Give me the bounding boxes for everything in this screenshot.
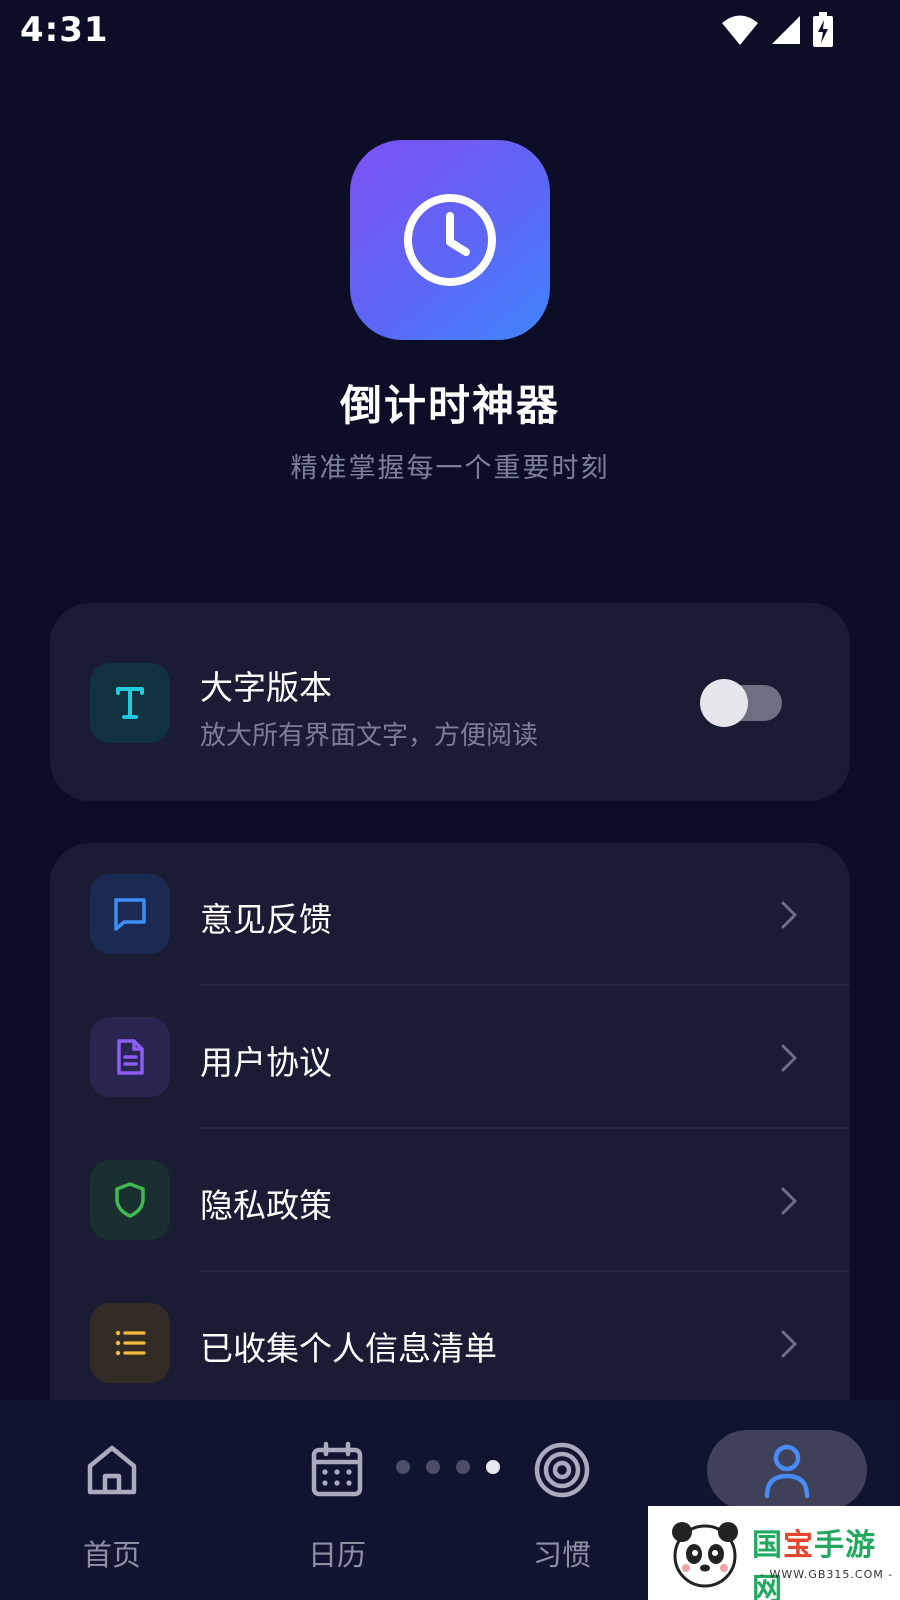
- watermark-title: 国宝手游网: [752, 1520, 900, 1600]
- wifi-icon: [722, 15, 758, 45]
- text-t-icon: [116, 687, 144, 719]
- menu-item-privacy-policy[interactable]: 隐私政策: [50, 1129, 850, 1272]
- page-dot: [396, 1460, 410, 1474]
- user-icon: [764, 1444, 810, 1498]
- nav-item-home[interactable]: 首页: [52, 1440, 172, 1590]
- status-icons: [720, 12, 834, 48]
- screen: 4:31 倒计时神器 精准掌握每一个重要时刻 大字版本 放大所有界面文字，方便阅…: [0, 0, 900, 1600]
- chevron-right-icon: [781, 1330, 797, 1358]
- chevron-right-icon: [781, 901, 797, 929]
- watermark-title-green: 国: [752, 1528, 783, 1563]
- app-title: 倒计时神器: [339, 381, 560, 430]
- watermark: 国宝手游网 - WWW.GB315.COM -: [648, 1506, 900, 1600]
- large-text-title: 大字版本: [200, 668, 332, 707]
- status-time: 4:31: [20, 10, 109, 50]
- battery-charging-icon: [813, 12, 833, 47]
- personal-info-icon-box: [90, 1303, 170, 1383]
- shield-icon: [115, 1182, 145, 1218]
- large-text-description: 放大所有界面文字，方便阅读: [200, 721, 539, 751]
- menu-item-label: 意见反馈: [200, 900, 332, 939]
- nav-item-calendar[interactable]: 日历: [277, 1440, 397, 1590]
- nav-label: 首页: [82, 1538, 141, 1572]
- user-agreement-icon-box: [90, 1017, 170, 1097]
- watermark-title-red: 宝: [783, 1528, 814, 1563]
- nav-label: 习惯: [532, 1538, 591, 1572]
- feedback-icon-box: [90, 874, 170, 954]
- clock-icon: [404, 194, 496, 286]
- nav-item-profile[interactable]: [707, 1430, 867, 1510]
- list-icon: [115, 1330, 146, 1356]
- target-icon: [534, 1442, 590, 1498]
- menu-item-label: 用户协议: [200, 1043, 332, 1082]
- message-icon: [114, 898, 146, 931]
- nav-item-habits[interactable]: 习惯: [502, 1440, 622, 1590]
- menu-item-user-agreement[interactable]: 用户协议: [50, 986, 850, 1129]
- menu-item-label: 已收集个人信息清单: [200, 1329, 497, 1368]
- status-bar: 4:31: [0, 0, 900, 62]
- menu-item-label: 隐私政策: [200, 1186, 332, 1225]
- page-dot: [426, 1460, 440, 1474]
- large-text-icon-box: [90, 663, 170, 743]
- panda-logo-icon: [672, 1522, 738, 1588]
- app-subtitle: 精准掌握每一个重要时刻: [290, 453, 610, 484]
- home-icon: [87, 1445, 137, 1495]
- nav-label: 日历: [307, 1538, 366, 1572]
- page-indicator: [396, 1460, 500, 1474]
- app-logo: [350, 140, 550, 340]
- large-text-card: 大字版本 放大所有界面文字，方便阅读: [50, 603, 850, 801]
- signal-icon: [772, 16, 800, 44]
- watermark-url: - WWW.GB315.COM -: [760, 1568, 894, 1581]
- page-dot: [456, 1460, 470, 1474]
- chevron-right-icon: [781, 1044, 797, 1072]
- calendar-icon: [311, 1441, 363, 1497]
- large-text-toggle[interactable]: [700, 679, 782, 727]
- privacy-icon-box: [90, 1160, 170, 1240]
- menu-item-feedback[interactable]: 意见反馈: [50, 843, 850, 986]
- toggle-knob: [700, 679, 748, 727]
- chevron-right-icon: [781, 1187, 797, 1215]
- page-dot-active: [486, 1460, 500, 1474]
- document-icon: [117, 1039, 144, 1075]
- menu-item-personal-info-list[interactable]: 已收集个人信息清单: [50, 1272, 850, 1415]
